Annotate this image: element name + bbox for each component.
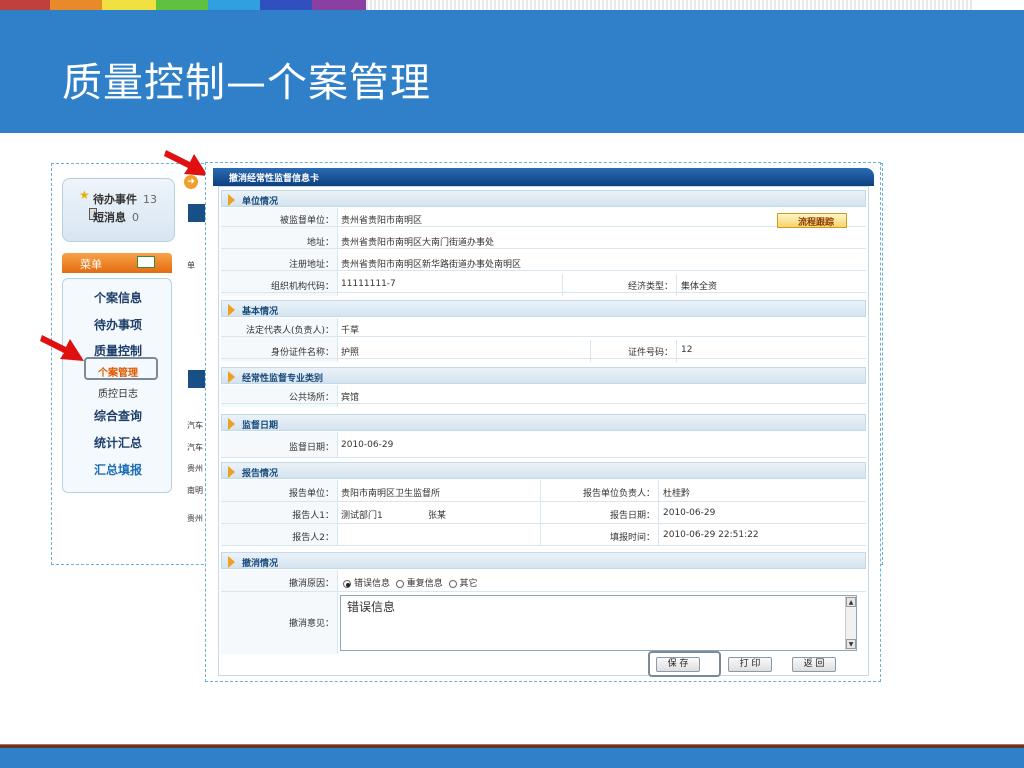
envelope-icon	[137, 256, 155, 268]
menu-item-case-info[interactable]: 个案信息	[63, 289, 173, 306]
divider	[562, 274, 563, 296]
report-unit-value: 贵阳市南明区卫生监督所	[341, 489, 441, 499]
divider	[590, 340, 591, 362]
scroll-down-icon[interactable]: ▼	[846, 639, 856, 649]
strip-text: 南明	[187, 486, 203, 495]
highlight-box	[84, 357, 158, 380]
row-label: 地址：	[306, 238, 334, 248]
top-color-stripe	[0, 0, 1024, 10]
strip-text: 贵州	[187, 514, 203, 523]
section-date: 监督日期	[221, 414, 866, 431]
reporter1-name: 张某	[428, 511, 447, 521]
strip-text: 单	[187, 261, 195, 270]
reason-radio-error[interactable]: 错误信息	[343, 579, 390, 589]
panel-header-decor	[188, 370, 206, 388]
textarea-scrollbar[interactable]: ▲ ▼	[845, 596, 856, 650]
row-label: 证件号码：	[627, 348, 673, 358]
divider	[337, 432, 338, 458]
row-label: 法定代表人(负责人)：	[245, 326, 334, 336]
section-revoke: 撤消情况	[221, 552, 866, 569]
divider	[337, 480, 338, 546]
reason-radio-group: 错误信息 重复信息 其它	[343, 576, 478, 589]
side-menu: 个案信息 待办事项 质量控制 个案管理 质控日志 综合查询 统计汇总 汇总填报	[62, 278, 172, 493]
star-icon: ★	[79, 188, 90, 202]
divider	[676, 340, 677, 362]
menu-header: 菜单	[62, 253, 172, 273]
row-label: 撤消意见：	[288, 619, 334, 629]
section-report: 报告情况	[221, 462, 866, 479]
org-code-value: 11111111-7	[341, 279, 396, 289]
row-label: 撤消原因：	[288, 579, 334, 589]
id-type-value: 护照	[341, 348, 360, 358]
menu-item-query[interactable]: 综合查询	[63, 407, 173, 424]
divider	[658, 480, 659, 546]
row-label: 填报时间：	[609, 533, 655, 543]
section-unit: 单位情况	[221, 190, 866, 207]
econ-type-value: 集体全资	[681, 282, 718, 292]
track-button[interactable]: 流程跟踪	[777, 213, 847, 228]
menu-item-qc-log[interactable]: 质控日志	[63, 385, 173, 400]
section-basic: 基本情况	[221, 300, 866, 317]
red-arrow-icon	[40, 335, 84, 361]
scroll-up-icon[interactable]: ▲	[846, 597, 856, 607]
menu-item-report[interactable]: 汇总填报	[63, 461, 173, 478]
divider	[676, 274, 677, 296]
opinion-textarea[interactable]: 错误信息	[340, 595, 857, 651]
divider	[337, 570, 338, 654]
notification-box: ★ 待办事件 13 短消息 0	[62, 178, 175, 242]
row-value: 贵州省贵阳市南明区	[341, 216, 423, 226]
row-value: 贵州省贵阳市南明区大南门街道办事处	[341, 238, 495, 248]
report-date-value: 2010-06-29	[663, 508, 716, 518]
fill-time-value: 2010-06-29 22:51:22	[663, 530, 759, 540]
row-label: 注册地址：	[288, 260, 334, 270]
unit-head-value: 杜桂黔	[663, 489, 691, 499]
row-label: 身份证件名称：	[270, 348, 334, 358]
divider	[337, 208, 338, 296]
divider	[337, 318, 338, 362]
card-title: 撤消经常性监督信息卡	[213, 168, 874, 186]
menu-item-stats[interactable]: 统计汇总	[63, 434, 173, 451]
row-label: 报告单位负责人：	[582, 489, 655, 499]
row-label: 报告人1：	[292, 511, 334, 521]
message-link[interactable]: 短消息 0	[93, 209, 139, 225]
footer-bar	[0, 748, 1024, 768]
row-label: 监督日期：	[288, 443, 334, 453]
slide-title: 质量控制—个案管理	[62, 60, 431, 106]
row-label: 组织机构代码：	[270, 282, 334, 292]
row-label: 报告人2：	[292, 533, 334, 543]
reason-radio-other[interactable]: 其它	[448, 579, 478, 589]
divider	[540, 480, 541, 546]
back-button[interactable]: 返 回	[792, 657, 836, 672]
row-label: 经济类型：	[627, 282, 673, 292]
todo-link[interactable]: 待办事件 13	[93, 191, 157, 207]
strip-text: 贵州	[187, 464, 203, 473]
row-label: 报告单位：	[288, 489, 334, 499]
legal-rep-value: 千草	[341, 326, 360, 336]
row-value: 贵州省贵阳市南明区新华路街道办事处南明区	[341, 260, 522, 270]
reason-radio-duplicate[interactable]: 重复信息	[395, 579, 443, 589]
id-number-value: 12	[681, 345, 693, 355]
divider	[337, 385, 338, 407]
print-button[interactable]: 打 印	[728, 657, 772, 672]
panel-header-decor	[188, 204, 206, 222]
strip-text: 汽车	[187, 443, 203, 452]
row-label: 被监督单位：	[279, 216, 334, 226]
reporter1-dept: 测试部门1	[341, 511, 383, 521]
row-label: 报告日期：	[609, 511, 655, 521]
highlight-box	[648, 651, 721, 677]
category-value: 宾馆	[341, 393, 360, 403]
supervision-date-value: 2010-06-29	[341, 440, 394, 450]
row-label: 公共场所：	[288, 393, 334, 403]
strip-text: 汽车	[187, 421, 203, 430]
section-category: 经常性监督专业类别	[221, 367, 866, 384]
